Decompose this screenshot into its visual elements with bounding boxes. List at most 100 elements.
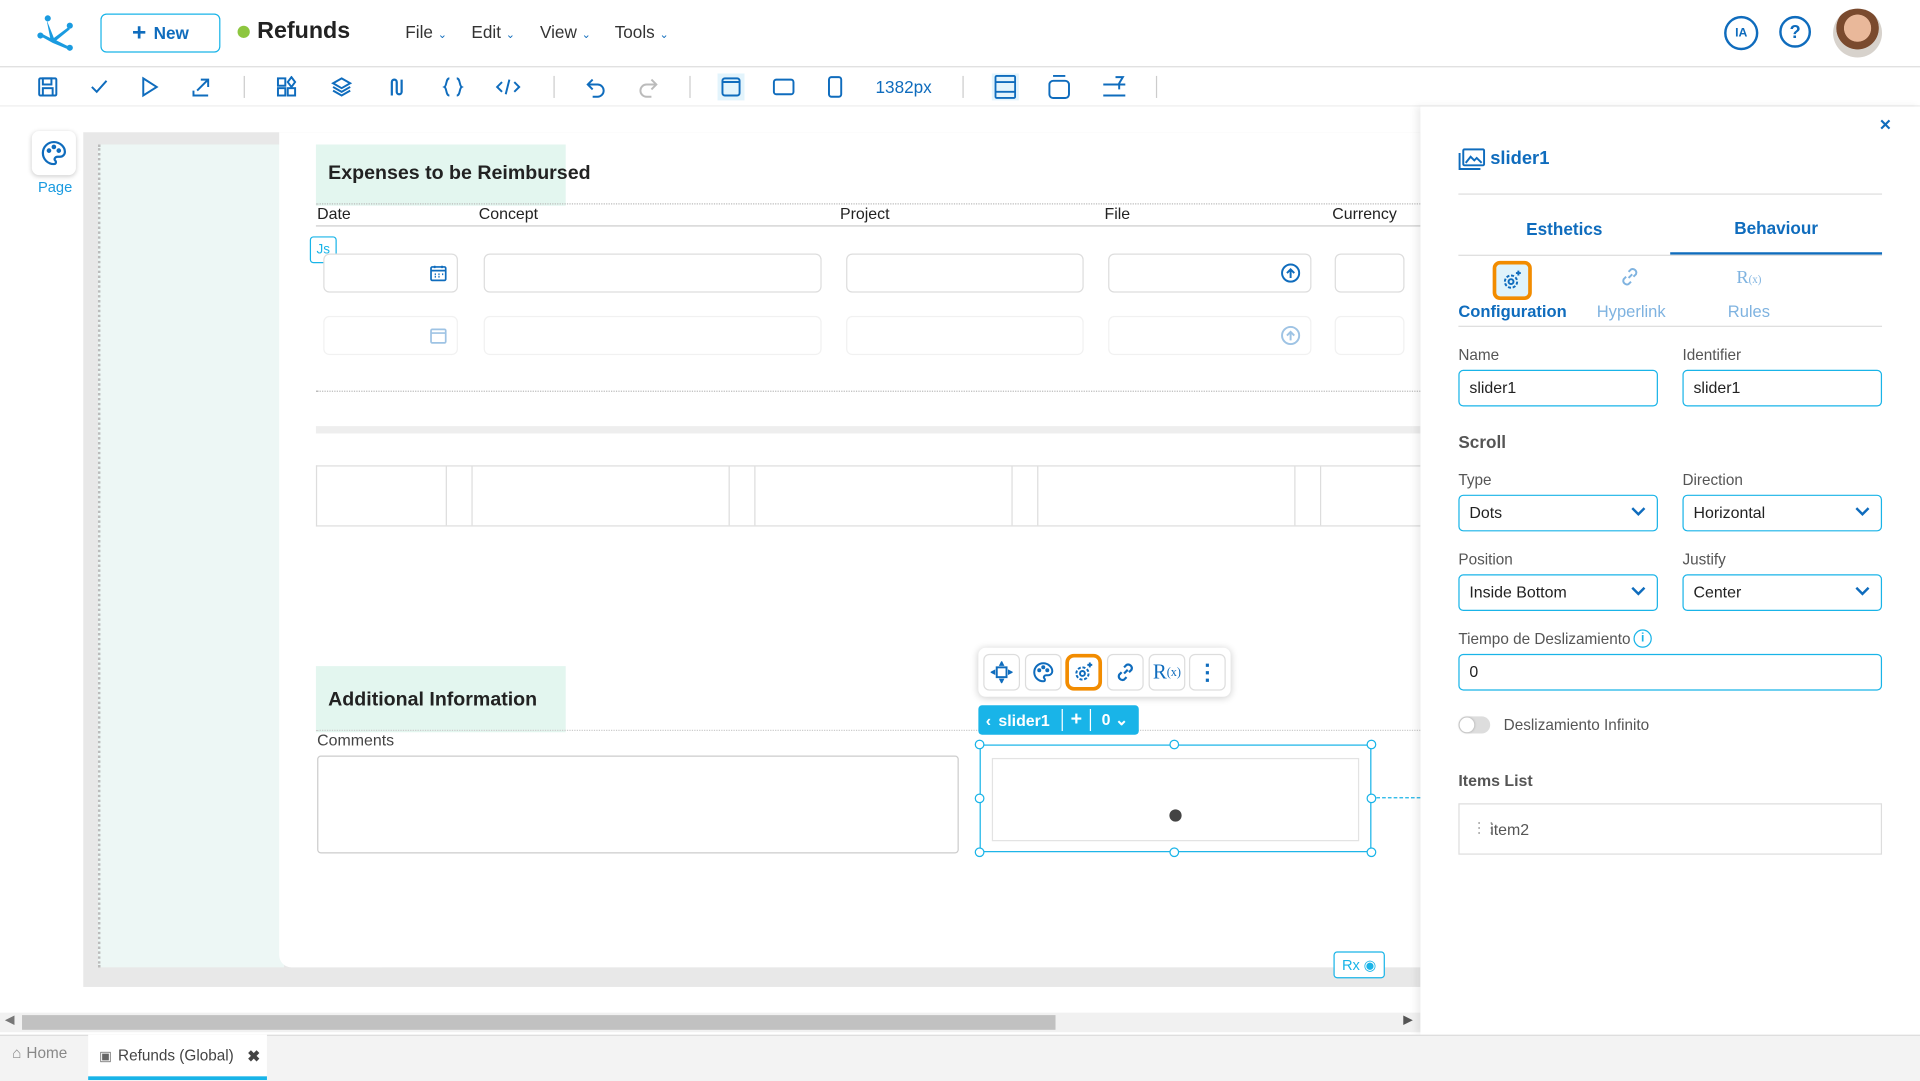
menu-file[interactable]: File ⌄	[405, 22, 447, 42]
file-input[interactable]	[1108, 253, 1312, 293]
redo-icon[interactable]	[634, 73, 661, 100]
new-button[interactable]: + New	[100, 13, 221, 53]
scrollbar-thumb[interactable]	[22, 1015, 1056, 1030]
tiempo-input[interactable]: 0	[1458, 653, 1883, 691]
subtab-configuration[interactable]: Configuration	[1458, 258, 1567, 324]
rules-rx-icon[interactable]: R (x)	[1148, 653, 1186, 691]
resize-handle[interactable]	[1366, 847, 1377, 858]
components-icon[interactable]	[273, 73, 300, 100]
infinite-scroll-label: Deslizamiento Infinito	[1503, 716, 1650, 734]
list-item[interactable]: ⋮⋮ item2	[1460, 804, 1881, 853]
resize-handle[interactable]	[974, 793, 985, 804]
app-window: + New Refunds File ⌄ Edit ⌄ View ⌄ Tools…	[0, 0, 1920, 1081]
item-index-dropdown[interactable]: 0 ⌄	[1091, 710, 1139, 730]
type-label: Type	[1458, 471, 1492, 489]
resize-handle[interactable]	[974, 739, 985, 750]
rules-badge[interactable]: Rx ◉	[1333, 951, 1385, 979]
link-icon[interactable]	[1106, 653, 1144, 691]
menu-view[interactable]: View ⌄	[540, 22, 591, 42]
export-icon[interactable]	[187, 73, 214, 100]
resize-handle[interactable]	[1169, 847, 1180, 858]
flow-icon[interactable]	[383, 73, 410, 100]
justify-label: Justify	[1682, 551, 1726, 569]
image-slider-icon	[1458, 148, 1486, 170]
project-input[interactable]	[846, 253, 1084, 293]
page-layout-icon[interactable]	[991, 73, 1019, 101]
slider-component[interactable]	[979, 744, 1372, 853]
palette-icon[interactable]	[1024, 653, 1062, 691]
column-header-file: File	[1104, 204, 1131, 223]
upload-icon	[1281, 325, 1301, 346]
subtab-rules[interactable]: R(x) Rules	[1719, 258, 1780, 324]
user-avatar[interactable]	[1833, 8, 1883, 58]
info-icon[interactable]: i	[1633, 629, 1652, 648]
palette-icon	[41, 140, 67, 166]
position-select[interactable]: Inside Bottom	[1458, 574, 1658, 612]
configuration-gear-icon[interactable]	[1065, 653, 1103, 691]
code-icon[interactable]	[495, 73, 522, 100]
type-select[interactable]: Dots	[1458, 494, 1658, 532]
resize-handle[interactable]	[974, 847, 985, 858]
currency-input[interactable]	[1334, 315, 1405, 356]
resize-handle[interactable]	[1366, 793, 1377, 804]
container-icon[interactable]	[1046, 73, 1073, 100]
canvas-width-readout: 1382px	[875, 77, 932, 97]
add-item-button[interactable]: +	[1061, 708, 1092, 732]
concept-input[interactable]	[483, 315, 822, 356]
column-header-concept: Concept	[478, 204, 539, 223]
tiempo-label: Tiempo de Deslizamiento	[1458, 630, 1631, 648]
tab-refunds-global[interactable]: ▣ Refunds (Global) ✖	[88, 1034, 267, 1081]
more-options-icon[interactable]: ⋮	[1188, 653, 1226, 691]
direction-select[interactable]: Horizontal	[1682, 494, 1883, 532]
help-icon[interactable]: ?	[1779, 15, 1812, 48]
chevron-down-icon	[1855, 507, 1870, 517]
scroll-heading: Scroll	[1458, 432, 1507, 452]
tab-esthetics[interactable]: Esthetics	[1458, 203, 1670, 254]
comments-textarea[interactable]	[317, 755, 959, 854]
concept-input[interactable]	[483, 253, 822, 293]
move-icon[interactable]	[983, 653, 1021, 691]
identifier-input[interactable]: slider1	[1682, 369, 1883, 407]
braces-icon[interactable]	[440, 73, 467, 100]
expenses-title: Expenses to be Reimbursed	[328, 162, 591, 184]
close-tab-icon[interactable]: ✖	[247, 1046, 260, 1065]
direction-label: Direction	[1682, 471, 1743, 489]
check-icon[interactable]	[86, 73, 113, 100]
play-icon[interactable]	[136, 73, 163, 100]
desktop-view-icon[interactable]	[717, 73, 745, 101]
save-icon[interactable]	[34, 73, 61, 100]
toolbar-separator	[962, 75, 964, 98]
slider-dot-indicator[interactable]	[1169, 809, 1182, 822]
file-input[interactable]	[1108, 315, 1312, 356]
menu-tools[interactable]: Tools ⌄	[615, 22, 669, 42]
filter-align-icon[interactable]	[1101, 73, 1128, 100]
subtab-hyperlink[interactable]: Hyperlink	[1589, 258, 1670, 324]
date-input[interactable]	[323, 315, 458, 356]
horizontal-scrollbar[interactable]: ◀ ▶	[0, 1012, 1421, 1033]
tab-behaviour[interactable]: Behaviour	[1670, 203, 1883, 255]
justify-select[interactable]: Center	[1682, 574, 1883, 612]
additional-title: Additional Information	[328, 689, 538, 711]
currency-input[interactable]	[1334, 253, 1405, 293]
select-parent-button[interactable]: ‹ slider1	[978, 711, 1061, 729]
tab-home[interactable]: ⌂ Home	[12, 1044, 67, 1061]
name-input[interactable]: slider1	[1458, 369, 1658, 407]
tablet-view-icon[interactable]	[770, 73, 797, 100]
resize-handle[interactable]	[1169, 739, 1180, 750]
app-logo-icon[interactable]	[34, 12, 78, 54]
project-input[interactable]	[846, 315, 1084, 356]
chevron-down-icon	[1631, 507, 1646, 517]
date-input[interactable]	[323, 253, 458, 293]
column-header-currency: Currency	[1332, 204, 1397, 223]
undo-icon[interactable]	[583, 73, 610, 100]
column-header-date: Date	[317, 204, 351, 223]
mobile-view-icon[interactable]	[822, 73, 849, 100]
infinite-scroll-toggle[interactable]	[1458, 716, 1491, 734]
layers-icon[interactable]	[328, 73, 355, 100]
toolbar-separator	[1155, 75, 1158, 98]
resize-handle[interactable]	[1366, 739, 1377, 750]
page-settings-button[interactable]	[31, 131, 76, 176]
menu-edit[interactable]: Edit ⌄	[471, 22, 515, 42]
close-panel-icon[interactable]: ×	[1880, 115, 1891, 137]
ia-assistant-button[interactable]: IA	[1724, 15, 1759, 51]
